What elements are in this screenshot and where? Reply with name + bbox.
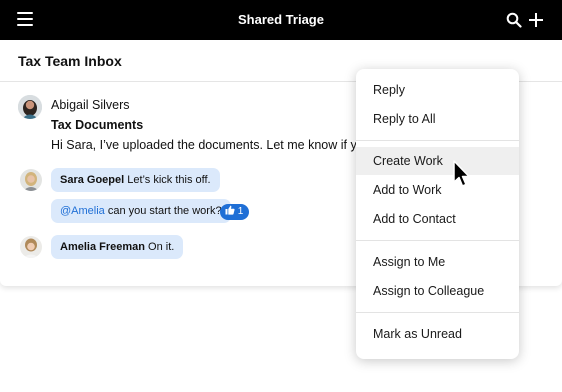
menu-item-add-to-contact[interactable]: Add to Contact bbox=[356, 205, 519, 233]
avatar bbox=[20, 169, 42, 191]
inbox-title: Tax Team Inbox bbox=[18, 53, 122, 69]
menu-divider bbox=[356, 240, 519, 241]
search-icon[interactable] bbox=[506, 12, 522, 28]
comment-author: Amelia Freeman bbox=[60, 241, 145, 253]
reaction-badge[interactable]: 1 bbox=[220, 204, 250, 220]
reaction-count: 1 bbox=[237, 206, 244, 217]
mouse-pointer-icon bbox=[452, 160, 472, 190]
thumbs-up-icon bbox=[225, 205, 238, 217]
menu-item-mark-unread[interactable]: Mark as Unread bbox=[356, 320, 519, 348]
comment-bubble[interactable]: @Amelia can you start the work? bbox=[51, 199, 231, 223]
avatar bbox=[18, 95, 42, 119]
menu-divider bbox=[356, 140, 519, 141]
message-subject: Tax Documents bbox=[51, 118, 144, 132]
menu-item-add-to-work[interactable]: Add to Work bbox=[356, 176, 519, 204]
plus-icon[interactable] bbox=[528, 12, 544, 28]
comment-bubble[interactable]: Sara Goepel Let’s kick this off. bbox=[51, 168, 220, 192]
message-preview: Hi Sara, I’ve uploaded the documents. Le… bbox=[51, 138, 371, 152]
menu-item-assign-to-colleague[interactable]: Assign to Colleague bbox=[356, 277, 519, 305]
top-bar: Shared Triage bbox=[0, 0, 562, 40]
menu-item-create-work[interactable]: Create Work bbox=[356, 147, 519, 175]
comment-text: can you start the work? bbox=[104, 205, 222, 217]
menu-item-assign-to-me[interactable]: Assign to Me bbox=[356, 248, 519, 276]
message-sender: Abigail Silvers bbox=[51, 98, 130, 112]
comment-author: Sara Goepel bbox=[60, 174, 125, 186]
comment-text: Let’s kick this off. bbox=[124, 174, 211, 186]
menu-item-reply[interactable]: Reply bbox=[356, 76, 519, 104]
menu-divider bbox=[356, 312, 519, 313]
comment-bubble[interactable]: Amelia Freeman On it. bbox=[51, 235, 184, 259]
app-title: Shared Triage bbox=[238, 12, 324, 27]
context-menu: Reply Reply to All Create Work Add to Wo… bbox=[356, 69, 519, 359]
comment-text: On it. bbox=[144, 241, 175, 253]
avatar bbox=[20, 236, 42, 258]
mention-link[interactable]: @Amelia bbox=[60, 205, 105, 217]
menu-item-reply-all[interactable]: Reply to All bbox=[356, 105, 519, 133]
